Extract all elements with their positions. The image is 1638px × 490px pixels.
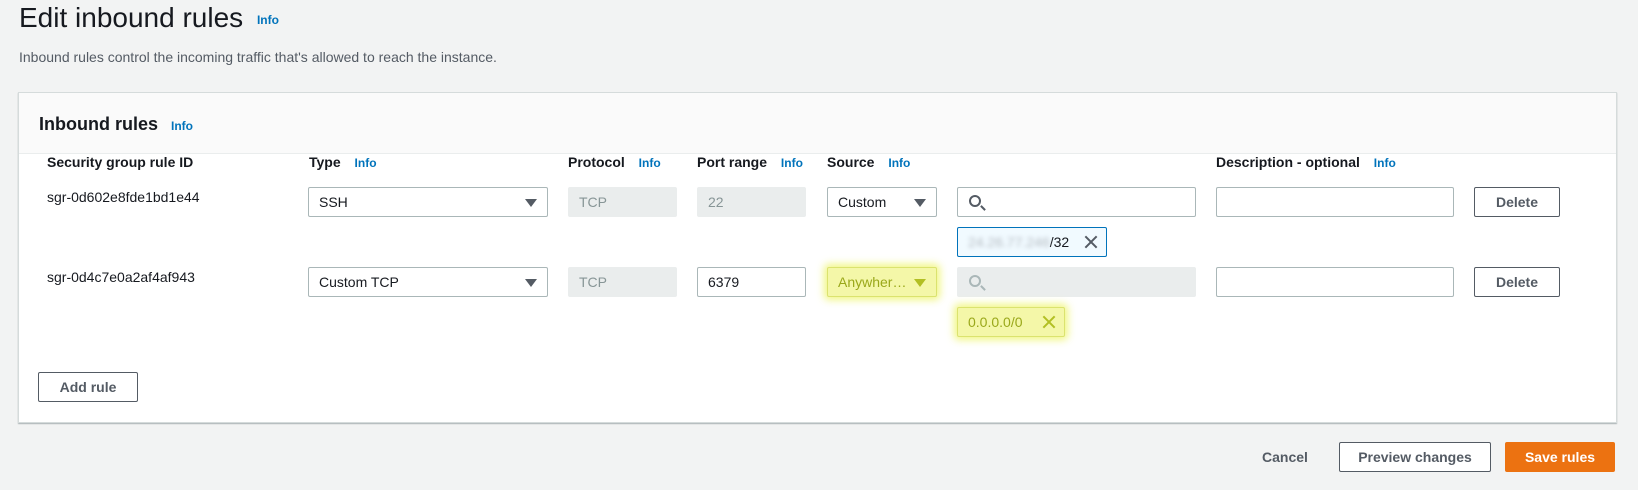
source-select-2[interactable]: Anywher… bbox=[827, 267, 937, 297]
rule-id-2: sgr-0d4c7e0a2af4af943 bbox=[47, 269, 195, 285]
cidr-token-1-suffix: /32 bbox=[1049, 234, 1070, 250]
port-range-input-2[interactable]: 6379 bbox=[697, 267, 806, 297]
cidr-token-1-blurred: 24.26.77.246 bbox=[968, 234, 1050, 250]
panel-title: Inbound rules Info bbox=[39, 114, 193, 135]
cidr-token-2-text: 0.0.0.0/0 bbox=[968, 314, 1023, 330]
preview-changes-button[interactable]: Preview changes bbox=[1339, 442, 1491, 472]
col-header-port-label: Port range bbox=[697, 154, 768, 170]
save-rules-button[interactable]: Save rules bbox=[1505, 442, 1615, 472]
cidr-search-input-1[interactable] bbox=[957, 187, 1196, 217]
type-select-1-value: SSH bbox=[319, 194, 348, 210]
description-info-link[interactable]: Info bbox=[1374, 156, 1396, 170]
type-select-1[interactable]: SSH bbox=[308, 187, 548, 217]
page-title-info-link[interactable]: Info bbox=[257, 13, 279, 27]
search-icon bbox=[969, 275, 981, 287]
source-select-2-value: Anywher… bbox=[838, 274, 907, 290]
chevron-down-icon bbox=[525, 199, 537, 207]
page-title: Edit inbound rules Info bbox=[19, 2, 279, 34]
close-icon[interactable] bbox=[1042, 315, 1056, 329]
chevron-down-icon bbox=[914, 199, 926, 207]
protocol-info-link[interactable]: Info bbox=[639, 156, 661, 170]
search-icon bbox=[969, 195, 981, 207]
cancel-button[interactable]: Cancel bbox=[1262, 449, 1308, 465]
protocol-field-2: TCP bbox=[568, 267, 677, 297]
delete-button-1[interactable]: Delete bbox=[1474, 187, 1560, 217]
type-info-link[interactable]: Info bbox=[355, 156, 377, 170]
delete-button-2[interactable]: Delete bbox=[1474, 267, 1560, 297]
cidr-search-input-2 bbox=[957, 267, 1196, 297]
col-header-source: Source Info bbox=[827, 154, 910, 170]
cidr-token-1: 24.26.77.246/32 bbox=[957, 227, 1107, 257]
page-title-text: Edit inbound rules bbox=[19, 2, 244, 33]
protocol-field-1: TCP bbox=[568, 187, 677, 217]
rule-id-1: sgr-0d602e8fde1bd1e44 bbox=[47, 189, 200, 205]
col-header-type: Type Info bbox=[309, 154, 377, 170]
type-select-2-value: Custom TCP bbox=[319, 274, 399, 290]
cidr-token-2: 0.0.0.0/0 bbox=[957, 307, 1065, 337]
source-info-link[interactable]: Info bbox=[888, 156, 910, 170]
page-description: Inbound rules control the incoming traff… bbox=[19, 49, 497, 65]
source-select-1[interactable]: Custom bbox=[827, 187, 937, 217]
type-select-2[interactable]: Custom TCP bbox=[308, 267, 548, 297]
port-range-field-1: 22 bbox=[697, 187, 806, 217]
add-rule-button[interactable]: Add rule bbox=[38, 372, 138, 402]
chevron-down-icon bbox=[914, 279, 926, 287]
panel-title-text: Inbound rules bbox=[39, 114, 158, 134]
chevron-down-icon bbox=[525, 279, 537, 287]
col-header-port-range: Port range Info bbox=[697, 154, 803, 170]
source-select-1-value: Custom bbox=[838, 194, 887, 210]
col-header-protocol-label: Protocol bbox=[568, 154, 625, 170]
port-info-link[interactable]: Info bbox=[781, 156, 803, 170]
col-header-type-label: Type bbox=[309, 154, 341, 170]
col-header-source-label: Source bbox=[827, 154, 875, 170]
col-header-description: Description - optional Info bbox=[1216, 154, 1396, 170]
inbound-rules-panel: Inbound rules Info Security group rule I… bbox=[18, 92, 1617, 423]
close-icon[interactable] bbox=[1084, 235, 1098, 249]
description-input-1[interactable] bbox=[1216, 187, 1454, 217]
col-header-description-label: Description - optional bbox=[1216, 154, 1360, 170]
col-header-protocol: Protocol Info bbox=[568, 154, 661, 170]
panel-header bbox=[19, 93, 1616, 154]
panel-title-info-link[interactable]: Info bbox=[171, 119, 193, 133]
col-header-rule-id: Security group rule ID bbox=[47, 154, 194, 170]
description-input-2[interactable] bbox=[1216, 267, 1454, 297]
